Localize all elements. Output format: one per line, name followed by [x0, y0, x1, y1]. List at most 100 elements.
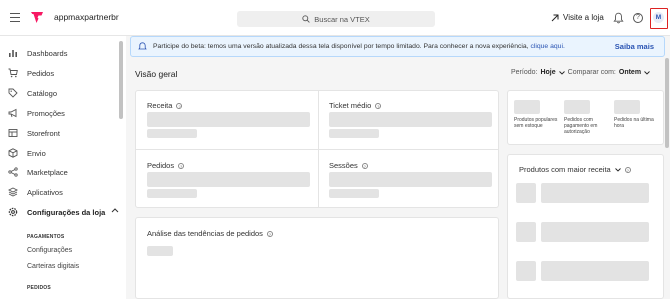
megaphone-icon	[8, 108, 18, 118]
sidebar-item-label: Aplicativos	[27, 187, 63, 197]
sidebar-item-label: Dashboards	[27, 48, 68, 58]
help-icon[interactable]: ?	[624, 166, 631, 173]
avatar: M	[653, 12, 664, 23]
top-products-title[interactable]: Produtos com maior receita ?	[519, 165, 631, 174]
skeleton	[516, 183, 536, 203]
visit-store-label: Visite a loja	[563, 13, 604, 22]
skeleton	[147, 129, 197, 138]
section-heading-pedidos: PEDIDOS	[27, 285, 51, 291]
skeleton	[541, 222, 649, 242]
sidebar-item-storefront[interactable]: Storefront	[8, 126, 60, 140]
small-stat-label: Produtos populares sem estoque	[514, 117, 558, 129]
sidebar-item-label: Storefront	[27, 128, 60, 138]
banner-link[interactable]: clique aqui.	[530, 43, 564, 50]
chevron-up-icon[interactable]	[111, 207, 119, 213]
skeleton	[514, 100, 540, 114]
help-icon[interactable]: ?	[176, 102, 183, 109]
sidebar-item-dashboards[interactable]: Dashboards	[8, 46, 67, 60]
page-title: Visão geral	[135, 69, 178, 79]
small-stats-card: Produtos populares sem estoque Pedidos c…	[507, 90, 664, 145]
metric-ticket-medio: Ticket médio?	[329, 101, 382, 110]
box-icon	[8, 148, 18, 158]
sidebar-subitem-configuracoes[interactable]: Configurações	[27, 247, 72, 254]
gear-icon	[8, 207, 18, 217]
skeleton	[329, 172, 492, 187]
period-controls: Período: Hoje Comparar com: Ontem	[511, 69, 650, 76]
bell-icon[interactable]	[613, 12, 624, 24]
section-heading-pagamentos: PAGAMENTOS	[27, 234, 65, 240]
cart-icon	[8, 68, 18, 78]
chevron-down-icon[interactable]	[558, 70, 565, 75]
skeleton	[541, 183, 649, 203]
layers-icon	[8, 187, 18, 197]
sidebar-scrollbar[interactable]	[119, 41, 123, 119]
metrics-card: Receita? Ticket médio? Pedidos? Sessões?	[135, 90, 499, 208]
sidebar-item-label: Envio	[27, 148, 46, 158]
share-icon	[8, 167, 18, 177]
vtex-logo[interactable]	[30, 11, 44, 24]
info-icon	[138, 42, 147, 50]
metric-label: Receita	[147, 101, 173, 110]
skeleton	[147, 172, 310, 187]
help-icon[interactable]: ?	[361, 162, 368, 169]
account-name[interactable]: appmaxpartnerbr	[54, 12, 119, 22]
trends-title-text: Análise das tendências de pedidos	[147, 229, 263, 238]
help-icon[interactable]: ?	[266, 230, 273, 237]
sidebar-item-configuracoes-loja[interactable]: Configurações da loja	[8, 205, 105, 219]
sidebar-item-marketplace[interactable]: Marketplace	[8, 165, 68, 179]
beta-banner: Participe do beta: temos uma versão atua…	[130, 36, 665, 57]
metric-receita: Receita?	[147, 101, 183, 110]
metric-sessoes: Sessões?	[329, 161, 368, 170]
top-products-card: Produtos com maior receita ?	[507, 154, 664, 299]
skeleton	[329, 112, 492, 127]
top-products-title-text: Produtos com maior receita	[519, 165, 611, 174]
visit-store-link[interactable]: Visite a loja	[551, 13, 604, 22]
skeleton	[329, 189, 379, 198]
metric-label: Sessões	[329, 161, 358, 170]
arrow-up-right-icon	[551, 14, 559, 21]
skeleton	[147, 189, 197, 198]
sidebar-item-catalogo[interactable]: Catálogo	[8, 86, 57, 100]
sidebar-item-pedidos[interactable]: Pedidos	[8, 66, 54, 80]
skeleton	[147, 112, 310, 127]
compare-select[interactable]: Ontem	[619, 69, 641, 76]
menu-icon[interactable]	[10, 13, 20, 22]
skeleton	[147, 246, 173, 256]
dashboard-icon	[8, 48, 18, 58]
skeleton	[516, 222, 536, 242]
sidebar-item-promocoes[interactable]: Promoções	[8, 106, 65, 120]
skeleton	[614, 100, 640, 114]
help-icon[interactable]: ?	[178, 162, 185, 169]
search-input[interactable]: Buscar na VTEX	[237, 11, 435, 27]
saiba-mais-link[interactable]: Saiba mais	[615, 42, 654, 51]
storefront-icon	[8, 128, 18, 138]
chevron-down-icon[interactable]	[614, 167, 621, 172]
metric-label: Ticket médio	[329, 101, 372, 110]
small-stat-label: Pedidos com pagamento em autorização	[564, 117, 598, 135]
small-stat-label: Pedidos na última hora	[614, 117, 654, 129]
search-icon	[302, 15, 310, 23]
chevron-down-icon[interactable]	[644, 70, 650, 75]
metric-label: Pedidos	[147, 161, 175, 170]
sidebar-subitem-carteiras-digitais[interactable]: Carteiras digitais	[27, 263, 79, 270]
main-scrollbar[interactable]	[665, 58, 669, 148]
period-select[interactable]: Hoje	[540, 69, 555, 76]
skeleton	[329, 129, 379, 138]
help-icon[interactable]: ?	[375, 102, 382, 109]
sidebar-item-aplicativos[interactable]: Aplicativos	[8, 185, 63, 199]
help-icon[interactable]: ?	[633, 13, 643, 23]
trends-card: Análise das tendências de pedidos?	[135, 217, 499, 299]
compare-label: Comparar com:	[567, 69, 616, 76]
skeleton	[564, 100, 590, 114]
avatar-button[interactable]: M	[650, 8, 668, 29]
sidebar-item-label: Configurações da loja	[27, 207, 106, 217]
sidebar-item-label: Marketplace	[27, 167, 68, 177]
banner-text: Participe do beta: temos uma versão atua…	[153, 43, 529, 50]
skeleton	[541, 261, 649, 281]
period-label: Período:	[511, 69, 538, 76]
search-placeholder: Buscar na VTEX	[314, 14, 370, 24]
sidebar-item-label: Catálogo	[27, 88, 58, 98]
divider	[136, 149, 498, 150]
metric-pedidos: Pedidos?	[147, 161, 185, 170]
sidebar-item-envio[interactable]: Envio	[8, 146, 46, 160]
